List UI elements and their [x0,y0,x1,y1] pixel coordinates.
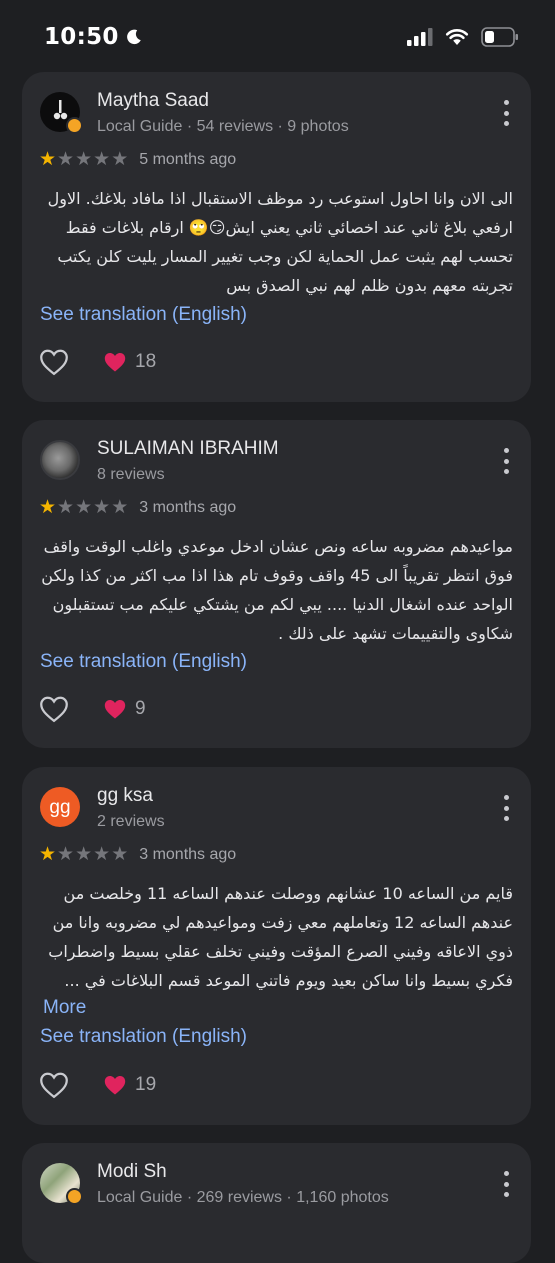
reviewer-avatar[interactable] [40,1163,83,1205]
star-rating: ★ ★ ★ ★ ★ [39,845,128,865]
star-empty-icon: ★ [93,497,111,518]
status-icons [407,27,519,47]
review-card: Maytha Saad Local Guide · 54 reviews · 9… [22,72,531,402]
review-date: 3 months ago [139,846,237,863]
star-empty-icon: ★ [111,844,129,865]
reaction-summary[interactable]: 18 [103,351,156,373]
more-options-icon[interactable] [501,1171,511,1197]
reaction-count: 19 [135,1074,157,1095]
star-filled-icon: ★ [39,497,57,518]
star-empty-icon: ★ [111,149,129,170]
star-empty-icon: ★ [57,844,75,865]
red-heart-icon [104,353,126,372]
like-heart-icon[interactable] [39,1071,69,1099]
review-actions: 9 [39,695,146,723]
rating-row: ★ ★ ★ ★ ★ 5 months ago [39,150,236,170]
star-empty-icon: ★ [93,844,111,865]
review-card: gg gg ksa 2 reviews ★ ★ ★ ★ ★ 3 months a… [22,767,531,1125]
star-rating: ★ ★ ★ ★ ★ [39,150,128,170]
reaction-count: 18 [135,351,157,372]
star-empty-icon: ★ [57,497,75,518]
review-text: الى الان وانا احاول استوعب رد موظف الاست… [47,189,513,295]
reaction-count: 9 [135,698,146,719]
like-heart-icon[interactable] [39,695,69,723]
review-text: قايم من الساعه 10 عشانهم ووصلت عندهم الس… [48,884,513,990]
reviewer-name[interactable]: Modi Sh [97,1161,167,1183]
reviewer-name[interactable]: Maytha Saad [97,90,209,112]
review-date: 5 months ago [139,151,237,168]
reviewer-meta: Local Guide · 269 reviews · 1,160 photos [97,1189,389,1206]
review-card: SULAIMAN IBRAHIM 8 reviews ★ ★ ★ ★ ★ 3 m… [22,420,531,748]
star-filled-icon: ★ [39,149,57,170]
see-translation-link[interactable]: See translation (English) [40,651,247,673]
rating-row: ★ ★ ★ ★ ★ 3 months ago [39,498,236,518]
reviewer-meta: 2 reviews [97,813,165,830]
moon-icon [126,29,141,45]
signal-icon [407,28,433,46]
more-options-icon[interactable] [501,448,511,474]
clock-time: 10:50 [44,24,119,50]
red-heart-icon [104,700,126,719]
red-heart-icon [104,1076,126,1095]
review-date: 3 months ago [139,499,237,516]
more-options-icon[interactable] [501,795,511,821]
star-empty-icon: ★ [75,497,93,518]
review-card: Modi Sh Local Guide · 269 reviews · 1,16… [22,1143,531,1263]
review-text: مواعيدهم مضروبه ساعه ونص عشان ادخل موعدي… [41,537,513,643]
rating-row: ★ ★ ★ ★ ★ 3 months ago [39,845,236,865]
like-heart-icon[interactable] [39,348,69,376]
reviewer-meta: 8 reviews [97,466,165,483]
review-actions: 19 [39,1071,156,1099]
star-empty-icon: ★ [57,149,75,170]
reviewer-meta: Local Guide · 54 reviews · 9 photos [97,118,349,135]
reviewer-avatar[interactable]: gg [40,787,80,827]
star-empty-icon: ★ [111,497,129,518]
star-empty-icon: ★ [75,844,93,865]
more-options-icon[interactable] [501,100,511,126]
reaction-summary[interactable]: 19 [103,1074,156,1096]
star-empty-icon: ★ [75,149,93,170]
status-time: 10:50 [44,24,143,50]
reaction-summary[interactable]: 9 [103,698,146,720]
battery-icon [481,27,518,47]
reviewer-name[interactable]: SULAIMAN IBRAHIM [97,438,279,460]
star-empty-icon: ★ [93,149,111,170]
review-actions: 18 [39,348,156,376]
see-translation-link[interactable]: See translation (English) [40,1026,247,1048]
reviewer-avatar[interactable] [40,440,80,480]
reviewer-name[interactable]: gg ksa [97,785,153,807]
star-rating: ★ ★ ★ ★ ★ [39,498,128,518]
local-guide-badge [66,117,83,134]
status-bar: 10:50 [0,0,555,74]
wifi-icon [445,29,469,45]
local-guide-badge [66,1188,83,1205]
reviewer-avatar[interactable] [40,92,83,134]
read-more-link[interactable]: More [43,997,86,1019]
star-filled-icon: ★ [39,844,57,865]
avatar-initials: gg [49,796,71,818]
see-translation-link[interactable]: See translation (English) [40,304,247,326]
